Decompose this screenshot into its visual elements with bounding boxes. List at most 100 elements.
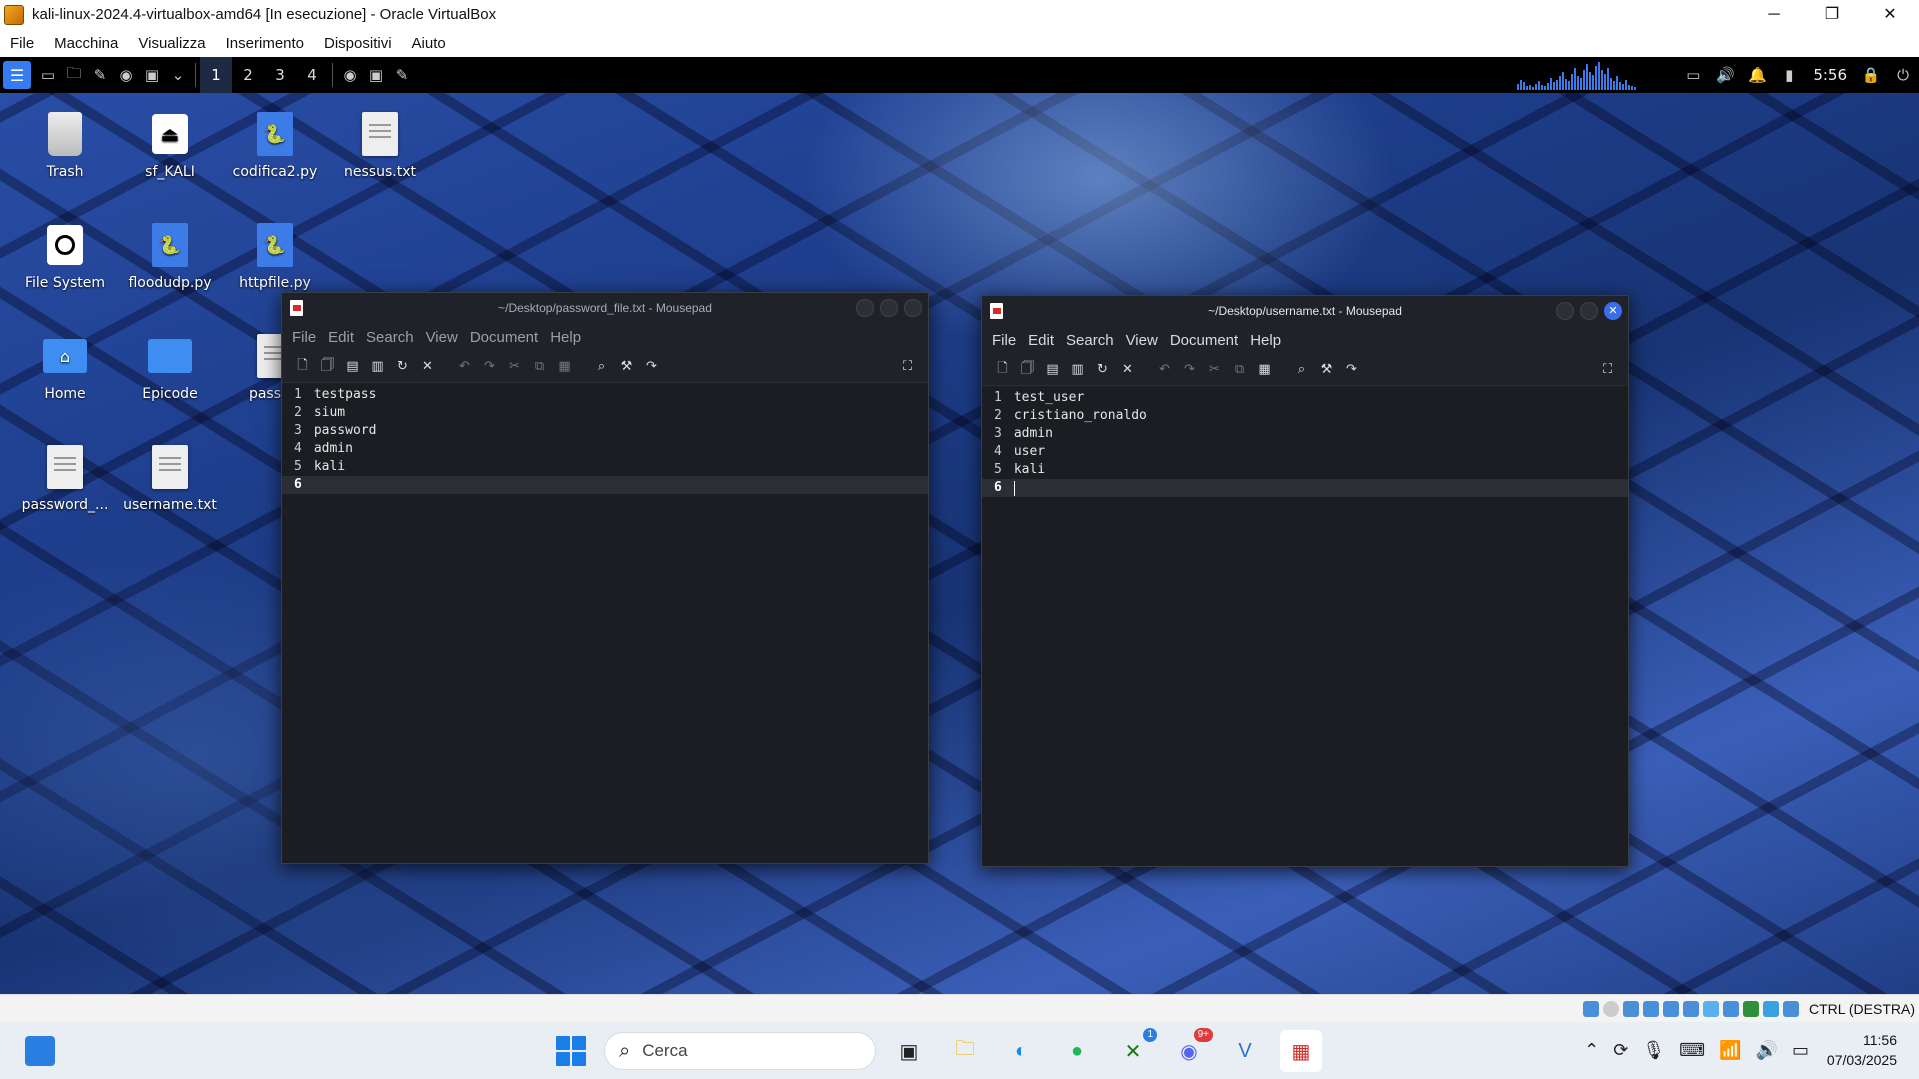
optical-drive-icon[interactable] xyxy=(1602,1000,1619,1017)
text-editor-icon[interactable]: ✎ xyxy=(87,57,113,93)
desktop-icon-trash[interactable]: Trash xyxy=(15,110,115,180)
close-tab-icon[interactable]: ✕ xyxy=(1115,362,1140,377)
menu-search[interactable]: Search xyxy=(1060,332,1120,349)
maximize-button[interactable] xyxy=(880,299,898,317)
sync-icon[interactable]: ⟳ xyxy=(1613,1040,1628,1061)
mousepad-window-username[interactable]: ~/Desktop/username.txt - Mousepad ✕ File… xyxy=(981,295,1629,867)
workspace-1[interactable]: 1 xyxy=(200,57,232,93)
desktop-icon-nessus[interactable]: nessus.txt xyxy=(330,110,430,180)
copy-icon[interactable]: ⧉ xyxy=(527,359,552,374)
storage-icon[interactable] xyxy=(1582,1000,1599,1017)
wifi-icon[interactable]: 📶 xyxy=(1719,1040,1741,1061)
task-view-icon[interactable]: ▣ xyxy=(888,1030,930,1072)
speaker-icon[interactable]: 🔊 xyxy=(1756,1040,1778,1061)
workspace-2[interactable]: 2 xyxy=(232,66,264,84)
recording-icon[interactable] xyxy=(1722,1000,1739,1017)
maximize-button[interactable] xyxy=(1580,302,1598,320)
desktop-icon-floodudp[interactable]: 🐍 floodudp.py xyxy=(120,221,220,291)
menu-document[interactable]: Document xyxy=(1164,332,1244,349)
taskbar-search[interactable]: ⌕ Cerca xyxy=(604,1032,876,1070)
goto-line-icon[interactable]: ↷ xyxy=(1339,362,1364,377)
menu-file[interactable]: File xyxy=(286,329,322,346)
fullscreen-icon[interactable]: ⛶ xyxy=(1595,362,1620,377)
text-editor-area[interactable]: 1 testpass 2 sium 3 password 4 admin 5 k… xyxy=(282,383,928,863)
edge-icon[interactable]: ◐ xyxy=(1000,1030,1042,1072)
menu-file[interactable]: File xyxy=(0,35,44,52)
open-icon[interactable]: ▤ xyxy=(1040,362,1065,377)
battery-icon[interactable]: ▭ xyxy=(1792,1040,1809,1061)
copy-icon[interactable]: ⧉ xyxy=(1227,362,1252,377)
goto-line-icon[interactable]: ↷ xyxy=(639,359,664,374)
keyboard-icon[interactable]: ⌨ xyxy=(1679,1040,1705,1061)
undo-icon[interactable]: ↶ xyxy=(452,359,477,374)
window-titlebar[interactable]: ~/Desktop/password_file.txt - Mousepad xyxy=(282,293,928,323)
kali-menu-icon[interactable]: ☰ xyxy=(3,61,31,89)
windows-start-icon[interactable] xyxy=(556,1036,586,1066)
virtualbox-icon[interactable]: ▦ xyxy=(1280,1030,1322,1072)
menu-view[interactable]: View xyxy=(420,329,464,346)
fullscreen-icon[interactable]: ⛶ xyxy=(895,359,920,374)
desktop-icon-username[interactable]: username.txt xyxy=(120,443,220,513)
file-manager-icon[interactable]: 🗀 xyxy=(61,57,87,93)
new-window-icon[interactable]: 🗍 xyxy=(1015,359,1040,381)
find-replace-icon[interactable]: ⚒ xyxy=(614,359,639,374)
minimize-button[interactable]: ─ xyxy=(1745,0,1803,29)
menu-view[interactable]: View xyxy=(1120,332,1164,349)
mousepad-window-password[interactable]: ~/Desktop/password_file.txt - Mousepad F… xyxy=(281,292,929,864)
audio-icon[interactable] xyxy=(1622,1000,1639,1017)
notification-bell-icon[interactable]: 🔔 xyxy=(1741,57,1773,93)
lock-icon[interactable]: 🔒 xyxy=(1855,57,1887,93)
taskbar-clock[interactable]: 11:56 07/03/2025 xyxy=(1827,1030,1897,1070)
close-button[interactable] xyxy=(904,299,922,317)
desktop-icon-password-file[interactable]: password_... xyxy=(15,443,115,513)
network-icon[interactable] xyxy=(1642,1000,1659,1017)
close-button[interactable]: ✕ xyxy=(1604,302,1622,320)
reload-icon[interactable]: ↻ xyxy=(1090,362,1115,377)
save-as-icon[interactable]: ▥ xyxy=(1065,362,1090,377)
desktop-icon-epicode[interactable]: Epicode xyxy=(120,332,220,402)
close-button[interactable]: ✕ xyxy=(1861,0,1919,29)
cpu-icon[interactable] xyxy=(1742,1000,1759,1017)
mouse-integration-icon[interactable] xyxy=(1782,1000,1799,1017)
save-as-icon[interactable]: ▥ xyxy=(365,359,390,374)
paste-icon[interactable]: ▦ xyxy=(1252,362,1277,377)
find-icon[interactable]: ⌕ xyxy=(589,359,614,374)
display-icon[interactable] xyxy=(1702,1000,1719,1017)
menu-file[interactable]: File xyxy=(986,332,1022,349)
workspace-4[interactable]: 4 xyxy=(296,66,328,84)
widgets-icon[interactable] xyxy=(25,1036,55,1066)
minimize-button[interactable] xyxy=(856,299,874,317)
menu-edit[interactable]: Edit xyxy=(322,329,360,346)
menu-help[interactable]: Help xyxy=(544,329,587,346)
menu-search[interactable]: Search xyxy=(360,329,420,346)
menu-help[interactable]: Help xyxy=(1244,332,1287,349)
desktop-icon-file-system[interactable]: File System xyxy=(15,221,115,291)
minimize-button[interactable] xyxy=(1556,302,1574,320)
find-icon[interactable]: ⌕ xyxy=(1289,362,1314,377)
visual-studio-icon[interactable]: V xyxy=(1224,1030,1266,1072)
file-explorer-icon[interactable]: 🗀 xyxy=(944,1030,986,1072)
window-titlebar[interactable]: ~/Desktop/username.txt - Mousepad ✕ xyxy=(982,296,1628,326)
desktop-icon-codifica2[interactable]: 🐍 codifica2.py xyxy=(225,110,325,180)
new-window-icon[interactable]: 🗍 xyxy=(315,356,340,378)
close-tab-icon[interactable]: ✕ xyxy=(415,359,440,374)
terminal-window-icon[interactable]: ▣ xyxy=(363,57,389,93)
battery-icon[interactable]: ▮ xyxy=(1773,57,1805,93)
redo-icon[interactable]: ↷ xyxy=(1177,362,1202,377)
volume-icon[interactable]: 🔊 xyxy=(1709,57,1741,93)
paste-icon[interactable]: ▦ xyxy=(552,359,577,374)
guest-additions-icon[interactable] xyxy=(1762,1000,1779,1017)
firefox-window-icon[interactable]: ◉ xyxy=(337,57,363,93)
microphone-icon[interactable]: 🎙 xyxy=(1642,1040,1665,1061)
new-document-icon[interactable]: 🗋 xyxy=(290,356,315,378)
desktop-icon-home[interactable]: ⌂ Home xyxy=(15,332,115,402)
show-desktop-icon[interactable]: ▭ xyxy=(35,57,61,93)
restore-button[interactable]: ❐ xyxy=(1803,0,1861,29)
firefox-icon[interactable]: ◉ xyxy=(113,57,139,93)
menu-edit[interactable]: Edit xyxy=(1022,332,1060,349)
spotify-icon[interactable]: ● xyxy=(1056,1030,1098,1072)
redo-icon[interactable]: ↷ xyxy=(477,359,502,374)
menu-document[interactable]: Document xyxy=(464,329,544,346)
cut-icon[interactable]: ✂ xyxy=(1202,362,1227,377)
undo-icon[interactable]: ↶ xyxy=(1152,362,1177,377)
